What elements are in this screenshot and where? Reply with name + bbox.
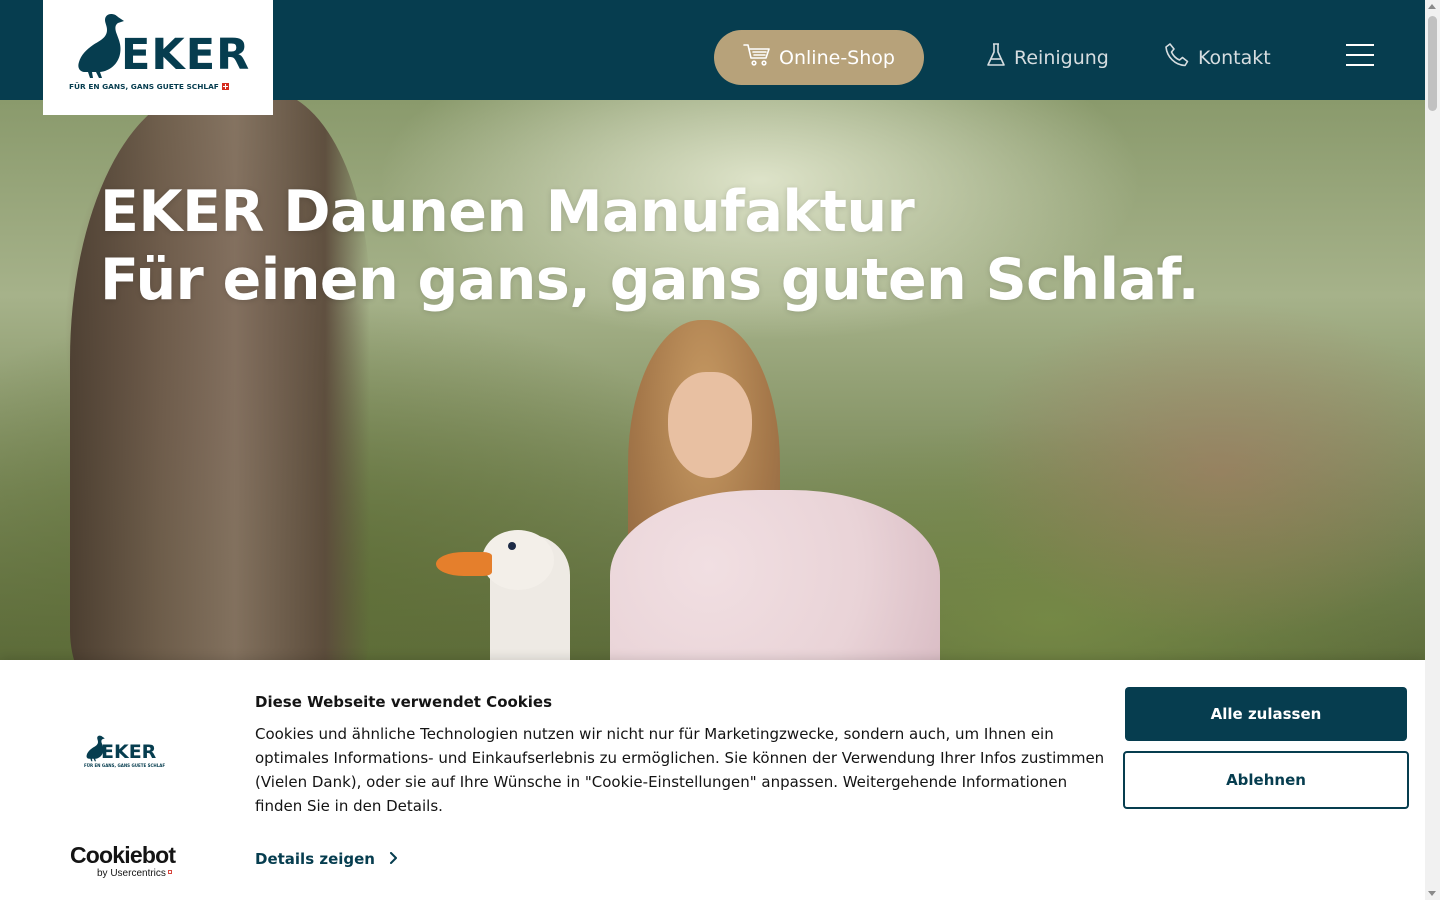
cookie-brand-tagline: FÜR EN GANS, GANS GUETE SCHLAF	[84, 763, 166, 768]
cookiebot-sub: by Usercentrics	[97, 868, 175, 879]
usercentrics-dot-icon	[167, 870, 172, 874]
hero-image-girl-face	[668, 372, 752, 478]
allow-all-button[interactable]: Alle zulassen	[1125, 687, 1407, 741]
nav-item-kontakt[interactable]: Kontakt	[1164, 42, 1271, 73]
hero-image-goose-beak	[436, 552, 492, 576]
logo-wordmark: EKER	[121, 30, 251, 80]
cookiebot-name: Cookiebot	[70, 842, 176, 868]
hero-image-goose-head	[482, 530, 554, 590]
details-label: Details zeigen	[255, 850, 375, 868]
cookiebot-logo[interactable]: Cookiebot by Usercentrics	[70, 842, 176, 880]
hero-title: EKER Daunen Manufaktur Für einen gans, g…	[100, 178, 1199, 314]
hero-image-goose-eye	[508, 542, 516, 550]
nav-item-reinigung[interactable]: Reinigung	[986, 42, 1109, 73]
chevron-right-icon	[389, 850, 397, 868]
hero-section: EKER Daunen Manufaktur Für einen gans, g…	[0, 100, 1425, 660]
site-logo[interactable]: EKER FÜR EN GANS, GANS GUETE SCHLAF	[43, 0, 273, 115]
phone-icon	[1164, 42, 1190, 73]
online-shop-button[interactable]: Online-Shop	[714, 30, 924, 85]
nav-item-label: Reinigung	[1014, 46, 1109, 69]
scroll-up-arrow-icon[interactable]	[1428, 4, 1436, 9]
goose-logo-icon	[78, 14, 124, 78]
online-shop-label: Online-Shop	[779, 46, 895, 69]
scroll-down-arrow-icon[interactable]	[1428, 891, 1436, 896]
cookie-banner: EKER FÜR EN GANS, GANS GUETE SCHLAF Cook…	[0, 660, 1425, 900]
hamburger-menu-icon[interactable]	[1346, 44, 1374, 66]
nav-item-label: Kontakt	[1198, 46, 1271, 69]
flask-icon	[986, 42, 1006, 73]
cookie-title: Diese Webseite verwendet Cookies	[255, 693, 553, 711]
cart-icon	[743, 43, 771, 72]
cookie-brand-logo: EKER FÜR EN GANS, GANS GUETE SCHLAF	[82, 732, 166, 772]
details-link[interactable]: Details zeigen	[255, 850, 397, 868]
hero-title-line-2: Für einen gans, gans guten Schlaf.	[100, 247, 1199, 313]
scroll-thumb[interactable]	[1428, 16, 1437, 111]
swiss-flag-icon	[221, 83, 229, 90]
hero-image-girl-dress	[610, 490, 940, 660]
cookie-brand-wordmark: EKER	[101, 741, 157, 763]
hero-title-line-1: EKER Daunen Manufaktur	[100, 179, 915, 245]
cookie-text: Cookies und ähnliche Technologien nutzen…	[255, 725, 1105, 815]
logo-tagline: FÜR EN GANS, GANS GUETE SCHLAF	[69, 82, 229, 91]
page-scrollbar[interactable]	[1425, 0, 1440, 900]
deny-button[interactable]: Ablehnen	[1123, 751, 1409, 809]
